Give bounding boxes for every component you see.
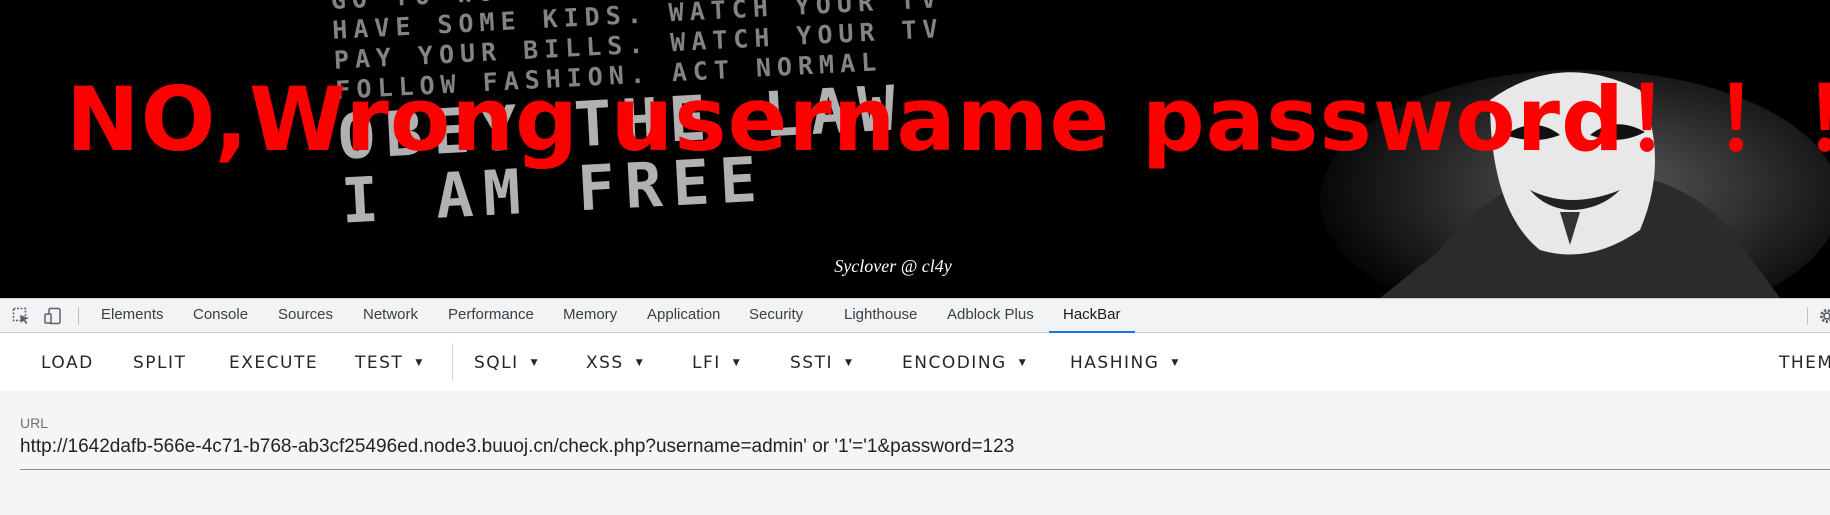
tab-console[interactable]: Console — [193, 299, 248, 333]
error-headline: NO,Wrong username password！！！ — [66, 68, 1830, 171]
hackbar-toolbar: LOAD SPLIT EXECUTE TEST ▼ SQLI ▼ XSS ▼ LFI ▼… — [0, 333, 1830, 391]
theme-menu-button[interactable]: THEM — [1779, 351, 1830, 375]
tab-performance[interactable]: Performance — [448, 299, 534, 333]
load-button[interactable]: LOAD — [41, 351, 94, 375]
encoding-menu-button[interactable]: ENCODING ▼ — [902, 351, 1026, 375]
toolbar-divider — [1807, 307, 1808, 325]
split-button[interactable]: SPLIT — [133, 351, 186, 375]
settings-gear-icon[interactable] — [1818, 307, 1830, 325]
xss-menu-button[interactable]: XSS ▼ — [586, 351, 643, 375]
hashing-menu-button[interactable]: HASHING ▼ — [1070, 351, 1178, 375]
tab-adblock-plus[interactable]: Adblock Plus — [947, 299, 1034, 333]
lfi-menu-button[interactable]: LFI ▼ — [692, 351, 740, 375]
dropdown-arrow-icon: ▼ — [530, 358, 538, 368]
inspect-element-icon[interactable] — [12, 307, 30, 325]
device-toolbar-icon[interactable] — [44, 307, 62, 325]
tab-hackbar[interactable]: HackBar — [1049, 299, 1134, 333]
devtools-tab-bar: Elements Console Sources Network Perform… — [0, 298, 1830, 333]
dropdown-arrow-icon: ▼ — [1171, 358, 1179, 368]
dropdown-arrow-icon: ▼ — [1018, 358, 1026, 368]
tab-network[interactable]: Network — [363, 299, 418, 333]
tab-application[interactable]: Application — [647, 299, 720, 333]
tab-sources[interactable]: Sources — [278, 299, 333, 333]
tab-elements[interactable]: Elements — [101, 299, 164, 333]
ssti-menu-button[interactable]: SSTI ▼ — [790, 351, 852, 375]
execute-button[interactable]: EXECUTE — [229, 351, 318, 375]
dropdown-arrow-icon: ▼ — [732, 358, 740, 368]
page-banner: GO TO WORK. PAY YOUR TAXES HAVE SOME KID… — [0, 0, 1830, 298]
toolbar-divider — [78, 307, 79, 325]
sqli-menu-button[interactable]: SQLI ▼ — [474, 351, 538, 375]
dropdown-arrow-icon: ▼ — [844, 358, 852, 368]
url-field-underline — [20, 469, 1830, 470]
url-label: URL — [20, 415, 49, 431]
dropdown-arrow-icon: ▼ — [635, 358, 643, 368]
url-input[interactable]: http://1642dafb-566e-4c71-b768-ab3cf2549… — [20, 436, 1014, 458]
test-menu-button[interactable]: TEST ▼ — [355, 351, 422, 375]
tab-lighthouse[interactable]: Lighthouse — [844, 299, 917, 333]
dropdown-arrow-icon: ▼ — [415, 358, 423, 368]
url-field[interactable]: URL http://1642dafb-566e-4c71-b768-ab3cf… — [0, 391, 1830, 515]
tab-memory[interactable]: Memory — [563, 299, 617, 333]
credit-text: Syclover @ cl4y — [834, 256, 952, 276]
tab-security[interactable]: Security — [749, 299, 803, 333]
toolbar-divider — [452, 343, 453, 381]
